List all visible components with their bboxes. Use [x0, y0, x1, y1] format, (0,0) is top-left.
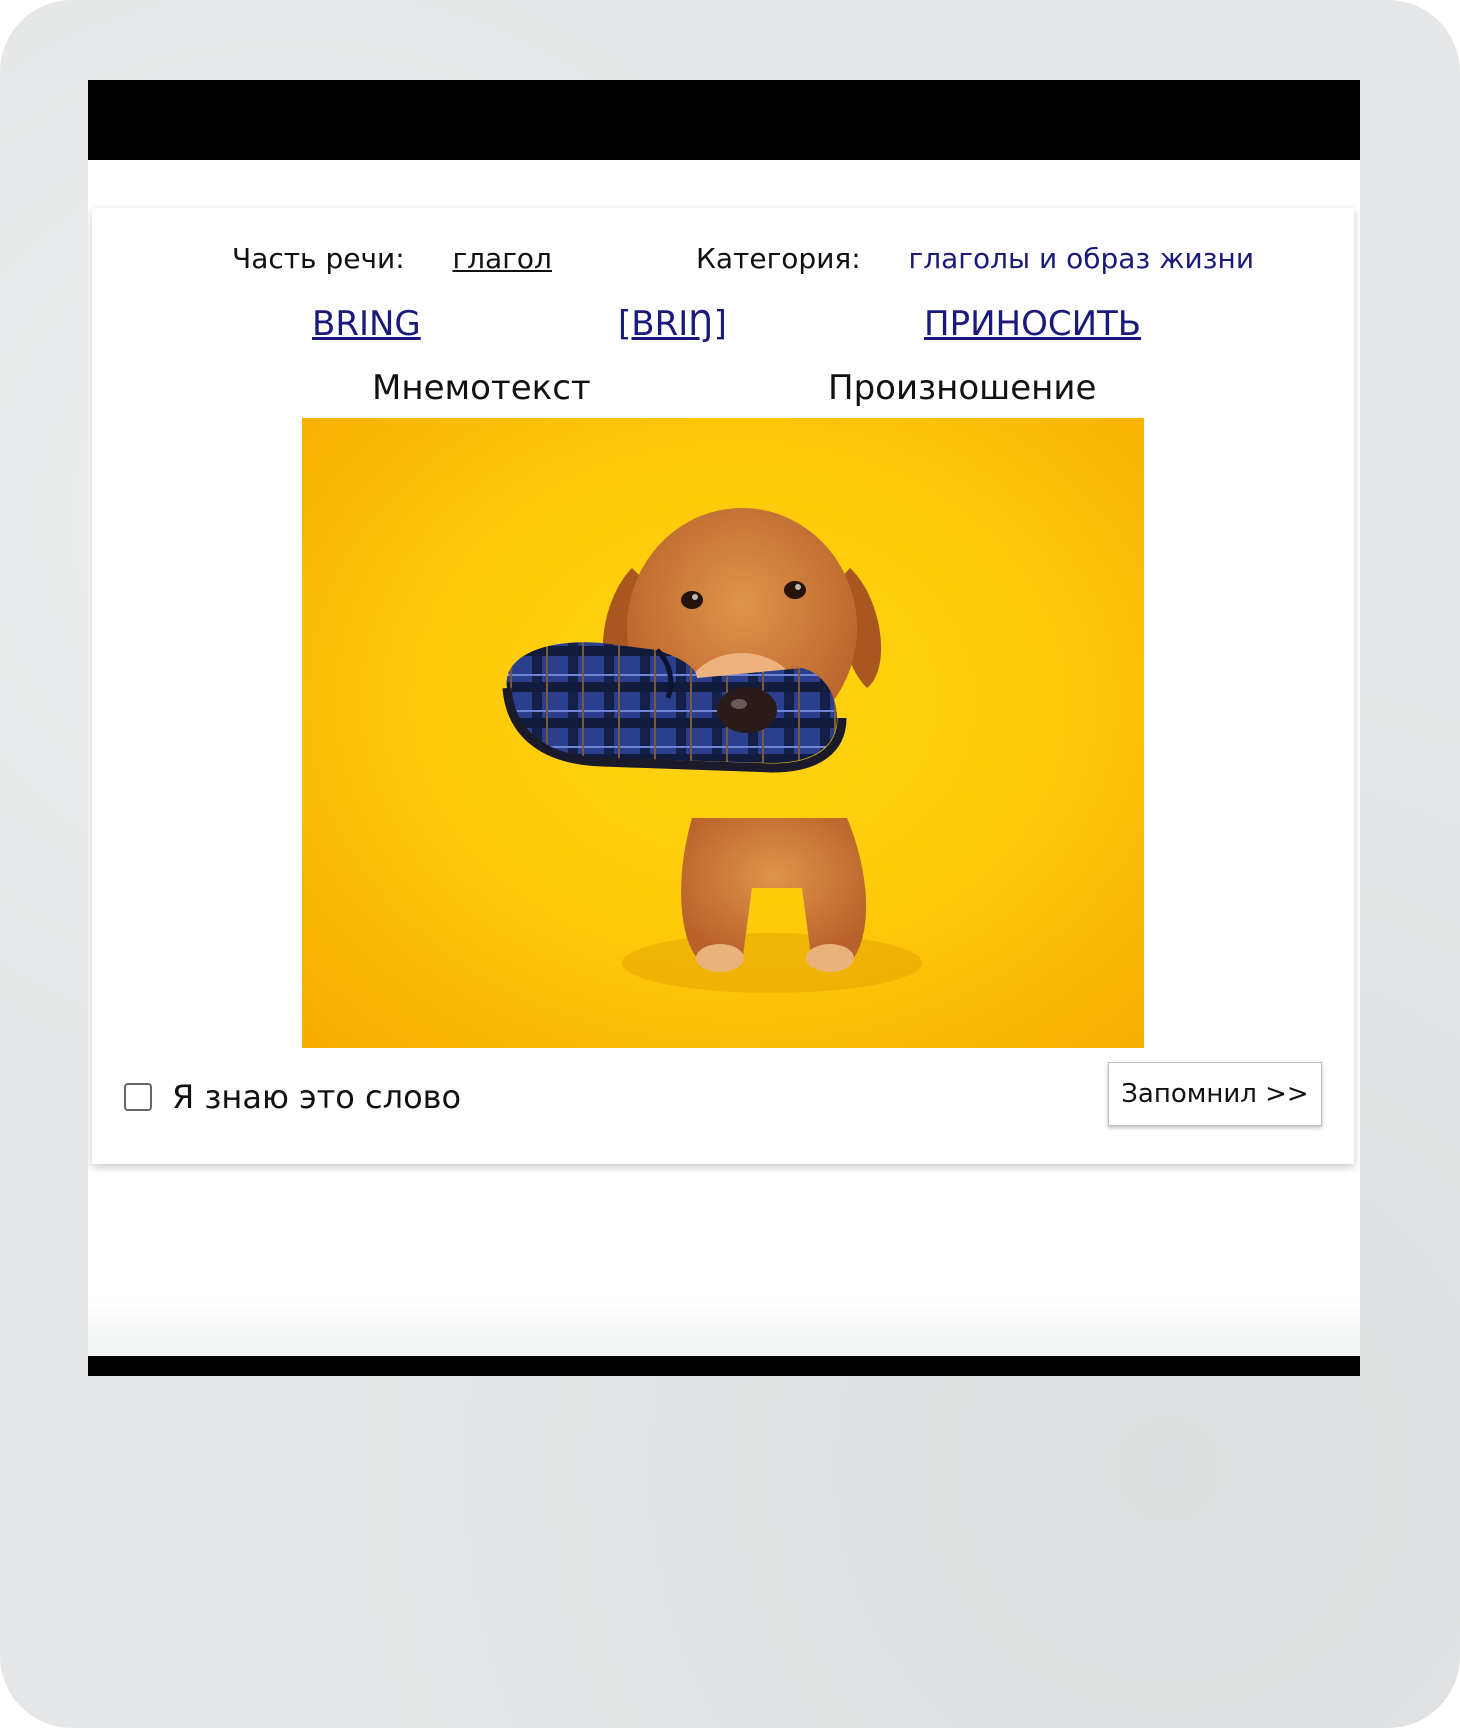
know-word-label[interactable]: Я знаю это слово: [172, 1078, 461, 1116]
part-of-speech-label: Часть речи:: [232, 242, 405, 275]
part-of-speech-value[interactable]: глагол: [452, 242, 552, 275]
translation-link[interactable]: ПРИНОСИТЬ: [924, 304, 1141, 344]
bottom-fade: [88, 1300, 1360, 1356]
pronunciation-title[interactable]: Произношение: [828, 368, 1096, 408]
photo-frame: Часть речи: глагол Категория: глаголы и …: [0, 0, 1460, 1728]
category-value[interactable]: глаголы и образ жизни: [908, 242, 1254, 275]
mnemonic-picture: [302, 418, 1144, 1048]
category: Категория: глаголы и образ жизни: [696, 242, 1254, 275]
category-label: Категория:: [696, 242, 861, 275]
screen: Часть речи: глагол Категория: глаголы и …: [88, 80, 1360, 1376]
remembered-button[interactable]: Запомнил >>: [1108, 1062, 1322, 1126]
english-word-link[interactable]: BRING: [312, 304, 421, 344]
dog-holding-slipper-icon: [502, 508, 922, 993]
part-of-speech: Часть речи: глагол: [232, 242, 552, 275]
word-card: Часть речи: глагол Категория: глаголы и …: [92, 208, 1354, 1164]
transcription-link[interactable]: [BRIŊ]: [618, 304, 727, 344]
know-word-row[interactable]: Я знаю это слово: [124, 1078, 461, 1116]
mnemotext-title[interactable]: Мнемотекст: [372, 368, 591, 408]
know-word-checkbox[interactable]: [124, 1083, 152, 1111]
bottom-bar: [88, 1356, 1360, 1376]
top-bar: [88, 80, 1360, 160]
